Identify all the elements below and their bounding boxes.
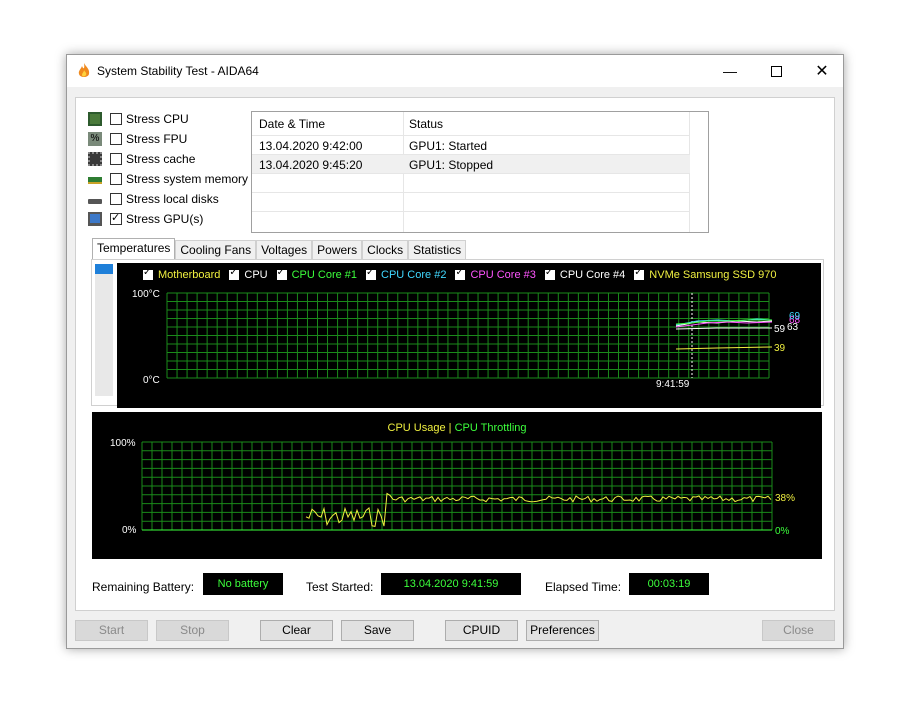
value-label-59: 59 [774,324,786,335]
clear-button[interactable]: Clear [260,620,333,641]
tab-powers[interactable]: Powers [312,240,363,259]
header-status[interactable]: Status [409,117,443,131]
option-stress-memory[interactable]: Stress system memory [88,170,248,188]
temperature-grid-plot [166,292,773,379]
close-icon: ✕ [815,63,829,80]
close-button[interactable]: Close [762,620,835,641]
stability-test-window: System Stability Test - AIDA64 — ✕ Stres… [66,54,844,649]
table-row-empty [252,193,690,212]
minimize-icon: — [723,63,737,79]
title-bar: System Stability Test - AIDA64 — ✕ [67,55,843,87]
elapsed-time-label: Elapsed Time: [545,580,622,594]
stress-cache-label: Stress cache [126,152,196,166]
stress-cpu-label: Stress CPU [126,112,189,126]
monitor-icon [88,212,102,226]
time-label: 9:41:59 [656,379,690,390]
stress-disks-checkbox[interactable] [110,193,122,205]
value-label-63: 63 [787,322,799,333]
option-stress-fpu[interactable]: % Stress FPU [88,130,187,148]
table-row-empty [252,174,690,193]
value-label-39: 39 [774,343,786,354]
row-time: 13.04.2020 9:45:20 [259,158,363,172]
table-row[interactable]: 13.04.2020 9:45:20 GPU1: Stopped [252,155,690,174]
tab-voltages[interactable]: Voltages [256,240,313,259]
stop-button[interactable]: Stop [156,620,229,641]
header-date-time[interactable]: Date & Time [259,117,325,131]
stress-memory-checkbox[interactable] [110,173,122,185]
maximize-button[interactable] [753,55,799,87]
temperature-graph: Motherboard CPU CPU Core #1 CPU Core #2 … [117,263,821,408]
cache-chip-icon [88,152,102,166]
scrollbar-thumb[interactable] [95,264,113,274]
status-bar: Remaining Battery: No battery Test Start… [76,573,834,599]
close-window-button[interactable]: ✕ [799,55,845,87]
tab-cooling-fans[interactable]: Cooling Fans [175,240,257,259]
battery-value: No battery [203,573,283,595]
graph-tabs: Temperatures Cooling Fans Voltages Power… [92,238,467,259]
tab-temperatures[interactable]: Temperatures [92,238,176,259]
stress-gpu-label: Stress GPU(s) [126,212,204,226]
value-label-69: 69 [789,311,801,322]
tab-clocks[interactable]: Clocks [362,240,409,259]
row-status: GPU1: Stopped [409,158,494,172]
stress-disks-label: Stress local disks [126,192,219,206]
sensor-scrollbar[interactable] [95,264,113,396]
stress-gpu-checkbox[interactable] [110,211,122,225]
stress-cache-checkbox[interactable] [110,153,122,165]
window-title: System Stability Test - AIDA64 [97,64,259,78]
stress-memory-label: Stress system memory [126,172,249,186]
tab-statistics[interactable]: Statistics [408,240,467,259]
percent-chip-icon: % [88,132,102,146]
throttle-value-label: 0% [775,526,790,537]
stress-fpu-checkbox[interactable] [110,133,122,145]
elapsed-time-value: 00:03:19 [629,573,709,595]
option-stress-disks[interactable]: Stress local disks [88,190,219,208]
memory-module-icon [88,177,102,184]
minimize-button[interactable]: — [707,55,753,87]
disk-drive-icon [88,199,102,204]
test-started-value: 13.04.2020 9:41:59 [381,573,521,595]
stress-cpu-checkbox[interactable] [110,113,122,125]
aida64-flame-icon [78,63,90,77]
option-stress-cpu[interactable]: Stress CPU [88,110,189,128]
save-button[interactable]: Save [341,620,414,641]
stress-fpu-label: Stress FPU [126,132,188,146]
table-row[interactable]: 13.04.2020 9:42:00 GPU1: Started [252,136,690,155]
option-stress-cache[interactable]: Stress cache [88,150,195,168]
test-started-label: Test Started: [306,580,374,594]
usage-value-label: 38% [775,493,796,504]
event-log-table[interactable]: Date & Time Status 13.04.2020 9:42:00 GP… [251,111,709,233]
row-status: GPU1: Started [409,139,488,153]
row-time: 13.04.2020 9:42:00 [259,139,363,153]
preferences-button[interactable]: Preferences [526,620,599,641]
table-header: Date & Time Status [252,112,690,136]
battery-label: Remaining Battery: [92,580,195,594]
cpuid-button[interactable]: CPUID [445,620,518,641]
cpu-usage-graph: CPU Usage | CPU Throttling 100% 0% 38% 0… [92,412,822,559]
option-stress-gpu[interactable]: Stress GPU(s) [88,210,203,228]
usage-grid-plot [141,441,773,531]
start-button[interactable]: Start [75,620,148,641]
maximize-icon [770,65,782,77]
cpu-chip-icon [88,112,102,126]
main-panel: Stress CPU % Stress FPU Stress cache Str… [75,97,835,611]
